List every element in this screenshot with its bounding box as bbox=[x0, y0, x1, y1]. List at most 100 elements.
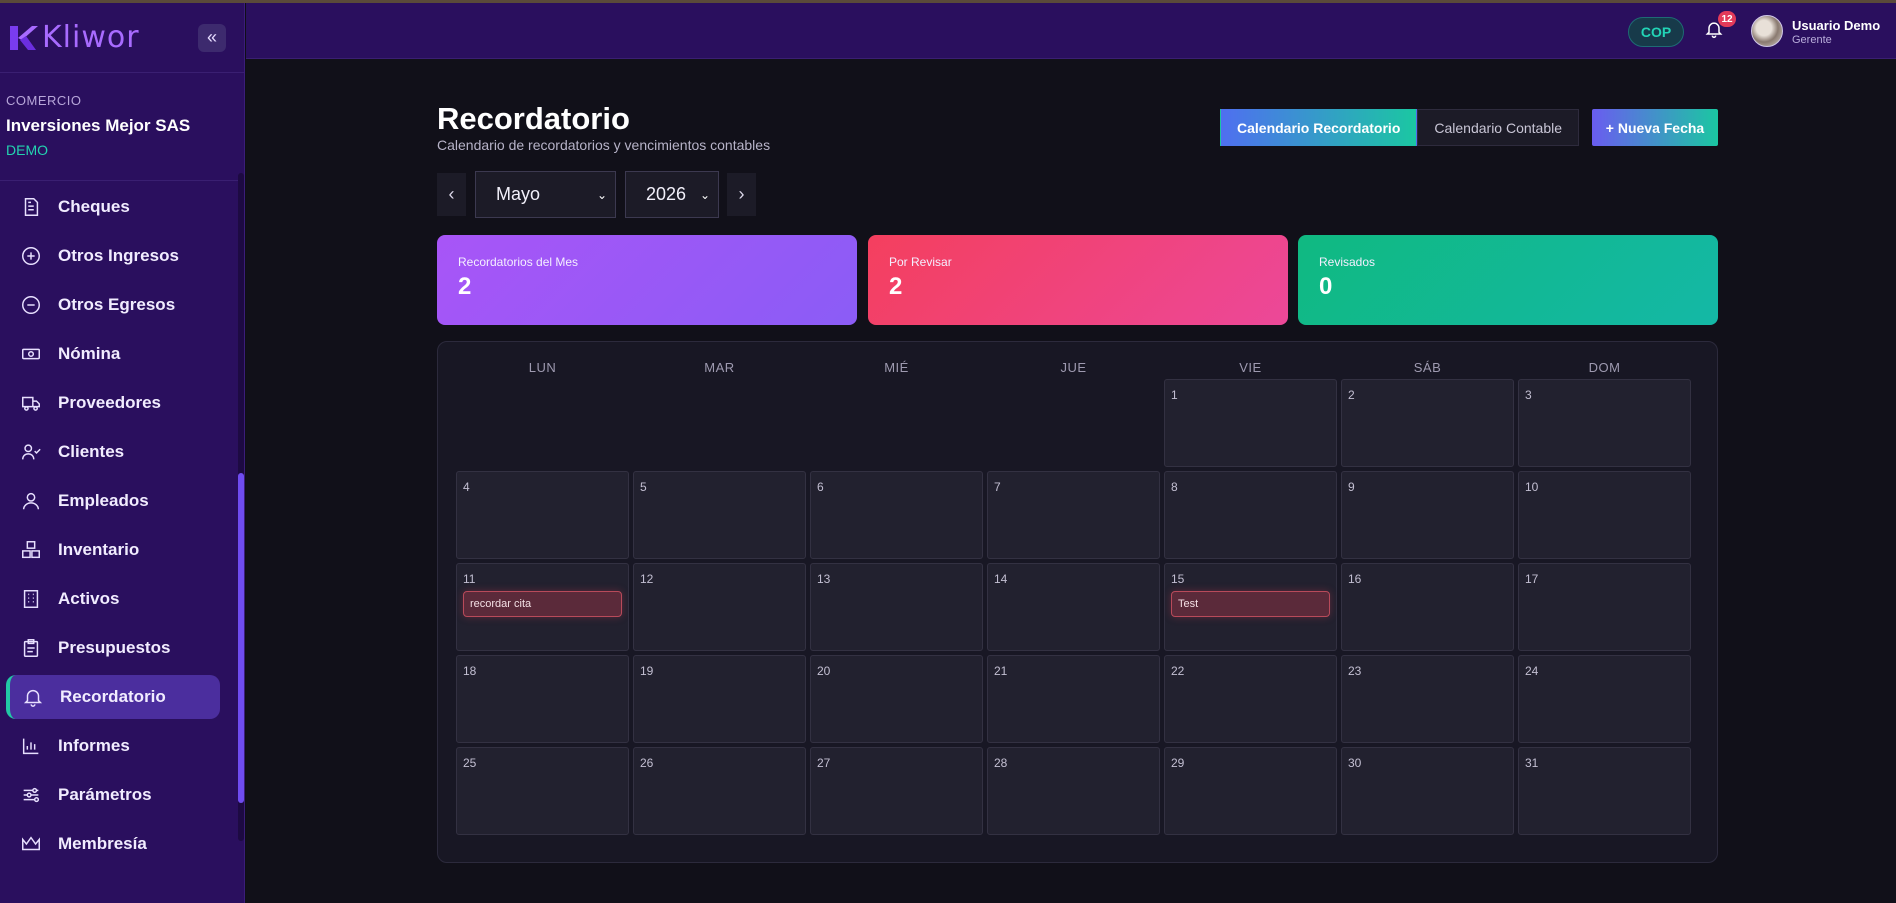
calendar-day-number: 27 bbox=[817, 756, 831, 770]
calendar-grid: LUN MAR MIÉ JUE VIE SÁB DOM 1 2 3 4 5 6 7 8 9 10 11 record… bbox=[437, 341, 1718, 863]
stat-value: 2 bbox=[458, 273, 472, 300]
calendar-day-number: 9 bbox=[1348, 480, 1355, 494]
calendar-day-cell[interactable]: 4 bbox=[456, 471, 629, 559]
calendar-day-cell[interactable]: 10 bbox=[1518, 471, 1691, 559]
calendar-day-number: 20 bbox=[817, 664, 831, 678]
new-date-button[interactable]: + Nueva Fecha bbox=[1592, 109, 1718, 146]
calendar-event[interactable]: Test bbox=[1171, 591, 1330, 617]
calendar-day-cell[interactable]: 18 bbox=[456, 655, 629, 743]
calendar-day-number: 4 bbox=[463, 480, 470, 494]
calendar-day-cell[interactable]: 3 bbox=[1518, 379, 1691, 467]
sidebar-scrollbar-thumb[interactable] bbox=[238, 473, 244, 803]
month-select[interactable]: Mayo ⌄ bbox=[475, 171, 616, 218]
company-label: COMERCIO bbox=[6, 93, 82, 108]
sidebar-item-nomina[interactable]: Nómina bbox=[6, 332, 220, 376]
calendar-day-cell[interactable]: 9 bbox=[1341, 471, 1514, 559]
sidebar-item-otros-ingresos[interactable]: Otros Ingresos bbox=[6, 234, 220, 278]
stat-label: Por Revisar bbox=[889, 255, 952, 269]
avatar[interactable] bbox=[1751, 15, 1783, 47]
calendar-day-cell[interactable]: 11 recordar cita bbox=[456, 563, 629, 651]
logo[interactable]: Kliwor bbox=[8, 20, 140, 55]
sidebar-item-membresia[interactable]: Membresía bbox=[6, 822, 220, 866]
calendar-day-cell[interactable]: 23 bbox=[1341, 655, 1514, 743]
calendar-day-cell[interactable]: 1 bbox=[1164, 379, 1337, 467]
calendar-day-number: 29 bbox=[1171, 756, 1185, 770]
calendar-day-cell[interactable]: 7 bbox=[987, 471, 1160, 559]
calendar-day-cell[interactable]: 19 bbox=[633, 655, 806, 743]
calendar-day-cell[interactable]: 12 bbox=[633, 563, 806, 651]
collapse-sidebar-button[interactable]: « bbox=[198, 23, 226, 52]
crown-icon bbox=[20, 833, 42, 855]
sidebar-item-proveedores[interactable]: Proveedores bbox=[6, 381, 220, 425]
calendar-day-number: 22 bbox=[1171, 664, 1185, 678]
sidebar-nav: Cheques Otros Ingresos Otros Egresos Nóm… bbox=[0, 181, 244, 866]
sidebar-item-cheques[interactable]: Cheques bbox=[6, 185, 220, 229]
user-check-icon bbox=[20, 441, 42, 463]
calendar-day-cell[interactable]: 8 bbox=[1164, 471, 1337, 559]
calendar-day-cell[interactable]: 6 bbox=[810, 471, 983, 559]
stat-value: 2 bbox=[889, 273, 903, 300]
calendar-day-cell[interactable]: 22 bbox=[1164, 655, 1337, 743]
calendar-day-number: 8 bbox=[1171, 480, 1178, 494]
minus-circle-icon bbox=[20, 294, 42, 316]
calendar-day-cell[interactable]: 17 bbox=[1518, 563, 1691, 651]
calendar-day-number: 30 bbox=[1348, 756, 1362, 770]
calendar-day-cell[interactable]: 31 bbox=[1518, 747, 1691, 835]
calendar-day-cell[interactable]: 21 bbox=[987, 655, 1160, 743]
double-chevron-left-icon: « bbox=[206, 27, 217, 47]
prev-month-button[interactable]: ‹ bbox=[437, 173, 466, 216]
tab-calendario-recordatorio[interactable]: Calendario Recordatorio bbox=[1220, 109, 1418, 146]
calendar-day-cell[interactable]: 24 bbox=[1518, 655, 1691, 743]
calendar-day-cell[interactable]: 27 bbox=[810, 747, 983, 835]
calendar-day-cell[interactable]: 26 bbox=[633, 747, 806, 835]
clipboard-icon bbox=[20, 637, 42, 659]
calendar-day-cell[interactable]: 13 bbox=[810, 563, 983, 651]
user-name[interactable]: Usuario Demo bbox=[1792, 18, 1880, 33]
sliders-icon bbox=[20, 784, 42, 806]
year-select-value: 2026 bbox=[646, 184, 687, 204]
calendar-day-cell[interactable]: 20 bbox=[810, 655, 983, 743]
tab-calendario-contable[interactable]: Calendario Contable bbox=[1417, 109, 1580, 146]
calendar-day-cell[interactable]: 28 bbox=[987, 747, 1160, 835]
sidebar-item-clientes[interactable]: Clientes bbox=[6, 430, 220, 474]
page-title: Recordatorio bbox=[437, 101, 630, 136]
calendar-day-cell[interactable]: 30 bbox=[1341, 747, 1514, 835]
calendar-day-cell[interactable]: 25 bbox=[456, 747, 629, 835]
calendar-day-cell[interactable]: 14 bbox=[987, 563, 1160, 651]
calendar-day-number: 21 bbox=[994, 664, 1008, 678]
calendar-day-number: 5 bbox=[640, 480, 647, 494]
sidebar-item-informes[interactable]: Informes bbox=[6, 724, 220, 768]
stat-card-reviewed: Revisados 0 bbox=[1298, 235, 1718, 325]
sidebar-item-label: Activos bbox=[58, 589, 120, 608]
calendar-day-number: 16 bbox=[1348, 572, 1362, 586]
banknote-icon bbox=[20, 343, 42, 365]
sidebar-item-empleados[interactable]: Empleados bbox=[6, 479, 220, 523]
sidebar-item-activos[interactable]: Activos bbox=[6, 577, 220, 621]
stat-card-pending: Por Revisar 2 bbox=[868, 235, 1288, 325]
sidebar-item-presupuestos[interactable]: Presupuestos bbox=[6, 626, 220, 670]
sidebar-item-label: Parámetros bbox=[58, 785, 152, 804]
calendar-day-number: 12 bbox=[640, 572, 654, 586]
sidebar-item-label: Informes bbox=[58, 736, 130, 755]
sidebar-item-label: Nómina bbox=[58, 344, 121, 363]
calendar-event[interactable]: recordar cita bbox=[463, 591, 622, 617]
currency-badge[interactable]: COP bbox=[1628, 17, 1684, 47]
user-icon bbox=[20, 490, 42, 512]
calendar-day-cell[interactable]: 16 bbox=[1341, 563, 1514, 651]
next-month-button[interactable]: › bbox=[727, 173, 756, 216]
sidebar-item-label: Membresía bbox=[58, 834, 147, 853]
sidebar-item-inventario[interactable]: Inventario bbox=[6, 528, 220, 572]
sidebar-item-recordatorio[interactable]: Recordatorio bbox=[6, 675, 220, 719]
calendar-day-cell[interactable]: 29 bbox=[1164, 747, 1337, 835]
sidebar-item-parametros[interactable]: Parámetros bbox=[6, 773, 220, 817]
calendar-day-cell[interactable]: 2 bbox=[1341, 379, 1514, 467]
building-icon bbox=[20, 588, 42, 610]
year-select[interactable]: 2026 ⌄ bbox=[625, 171, 719, 218]
brand-bar: Kliwor « bbox=[0, 3, 244, 73]
calendar-day-number: 10 bbox=[1525, 480, 1539, 494]
calendar-day-cell[interactable]: 15 Test bbox=[1164, 563, 1337, 651]
month-select-value: Mayo bbox=[496, 184, 541, 204]
document-icon bbox=[20, 196, 42, 218]
calendar-day-cell[interactable]: 5 bbox=[633, 471, 806, 559]
sidebar-item-otros-egresos[interactable]: Otros Egresos bbox=[6, 283, 220, 327]
